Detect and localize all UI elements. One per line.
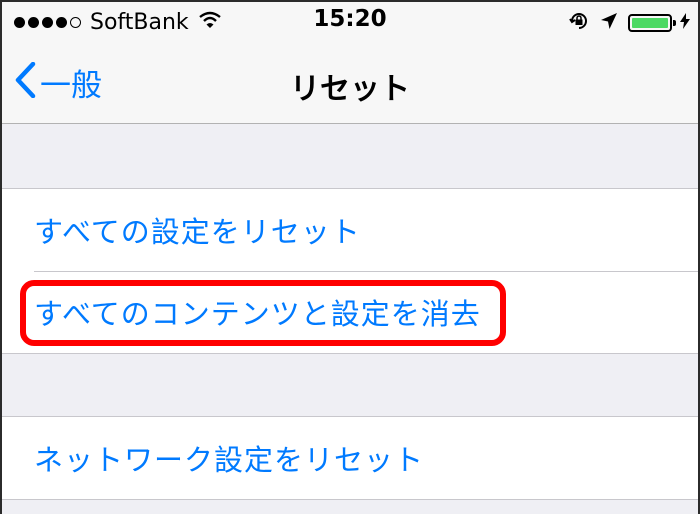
status-indicators xyxy=(558,10,690,36)
battery-icon xyxy=(628,14,676,32)
screen-frame: SoftBank 15:20 一般 リセット すべての設定をリセット すべてのコ… xyxy=(0,0,700,514)
reset-group-1: すべての設定をリセット すべてのコンテンツと設定を消去 xyxy=(2,188,698,354)
charging-bolt-icon xyxy=(680,13,690,33)
reset-group-2: ネットワーク設定をリセット xyxy=(2,416,698,500)
erase-all-content-item[interactable]: すべてのコンテンツと設定を消去 xyxy=(2,271,698,353)
page-title: リセット xyxy=(290,72,410,107)
rotation-lock-icon xyxy=(568,10,590,36)
reset-all-settings-item[interactable]: すべての設定をリセット xyxy=(2,189,698,271)
status-bar: SoftBank 15:20 xyxy=(2,2,698,42)
navigation-bar: 一般 リセット xyxy=(2,42,698,124)
location-arrow-icon xyxy=(600,12,618,34)
reset-network-settings-item[interactable]: ネットワーク設定をリセット xyxy=(2,417,698,499)
